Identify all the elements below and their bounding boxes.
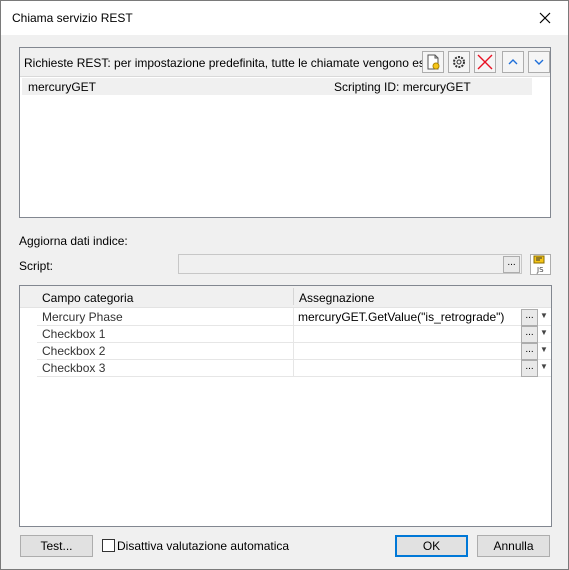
test-button[interactable]: Test... [20, 535, 93, 557]
assignment-browse-button[interactable]: ... [521, 326, 538, 343]
request-row[interactable]: mercuryGET Scripting ID: mercuryGET [22, 78, 532, 95]
delete-button[interactable] [474, 51, 496, 73]
dialog-window: Chiama servizio REST Richieste REST: per… [0, 0, 569, 570]
disable-auto-eval-checkbox[interactable] [102, 539, 115, 552]
rest-requests-header-text: Richieste REST: per impostazione predefi… [24, 56, 424, 70]
title-bar: Chiama servizio REST [1, 1, 568, 35]
dropdown-arrow-icon[interactable]: ▼ [540, 328, 548, 337]
assignment-browse-button[interactable]: ... [521, 309, 538, 326]
settings-button[interactable] [448, 51, 470, 73]
column-header-assignment[interactable]: Assegnazione [299, 291, 374, 305]
window-title: Chiama servizio REST [12, 11, 133, 25]
move-up-button[interactable] [502, 51, 524, 73]
close-icon [539, 12, 551, 24]
assignment-browse-button[interactable]: ... [521, 343, 538, 360]
cell-divider [293, 308, 294, 325]
script-label: Script: [19, 259, 54, 273]
chevron-down-icon [534, 59, 544, 65]
grid-row[interactable]: Checkbox 2 ... ▼ [37, 342, 551, 360]
assignment-cell[interactable]: mercuryGET.GetValue("is_retrograde") [298, 310, 504, 324]
svg-text:JS: JS [536, 266, 544, 274]
js-script-icon: JS [533, 255, 545, 274]
gear-icon [453, 56, 465, 68]
cell-divider [293, 359, 294, 376]
grid-header: Campo categoria Assegnazione [20, 286, 551, 308]
dropdown-arrow-icon[interactable]: ▼ [540, 362, 548, 371]
grid-row[interactable]: Mercury Phase mercuryGET.GetValue("is_re… [37, 308, 551, 326]
rest-requests-header: Richieste REST: per impostazione predefi… [20, 48, 550, 77]
field-cell: Checkbox 1 [42, 327, 106, 341]
column-header-field[interactable]: Campo categoria [42, 291, 133, 305]
column-divider[interactable] [293, 288, 294, 305]
delete-x-icon [477, 54, 493, 70]
field-cell: Checkbox 3 [42, 361, 106, 375]
cell-divider [293, 342, 294, 359]
assignment-browse-button[interactable]: ... [521, 360, 538, 377]
rest-requests-panel: Richieste REST: per impostazione predefi… [19, 47, 551, 218]
field-cell: Checkbox 2 [42, 344, 106, 358]
js-editor-button[interactable]: JS [530, 254, 551, 275]
chevron-up-icon [508, 59, 518, 65]
move-down-button[interactable] [528, 51, 550, 73]
requests-scroll-area [534, 77, 550, 215]
ok-button[interactable]: OK [395, 535, 468, 557]
script-field[interactable] [178, 254, 522, 274]
new-document-icon [427, 54, 440, 70]
request-scripting-id: Scripting ID: mercuryGET [334, 80, 471, 94]
category-grid: Campo categoria Assegnazione Mercury Pha… [19, 285, 552, 527]
request-name: mercuryGET [28, 80, 97, 94]
new-request-button[interactable] [422, 51, 444, 73]
grid-row[interactable]: Checkbox 3 ... ▼ [37, 359, 551, 377]
script-browse-button[interactable]: ... [503, 256, 520, 273]
dropdown-arrow-icon[interactable]: ▼ [540, 311, 548, 320]
cancel-button[interactable]: Annulla [477, 535, 550, 557]
disable-auto-eval-label[interactable]: Disattiva valutazione automatica [117, 539, 289, 553]
field-cell: Mercury Phase [42, 310, 123, 324]
dropdown-arrow-icon[interactable]: ▼ [540, 345, 548, 354]
grid-row[interactable]: Checkbox 1 ... ▼ [37, 325, 551, 343]
update-index-label: Aggiorna dati indice: [19, 234, 128, 248]
cell-divider [293, 325, 294, 342]
close-button[interactable] [522, 1, 568, 35]
